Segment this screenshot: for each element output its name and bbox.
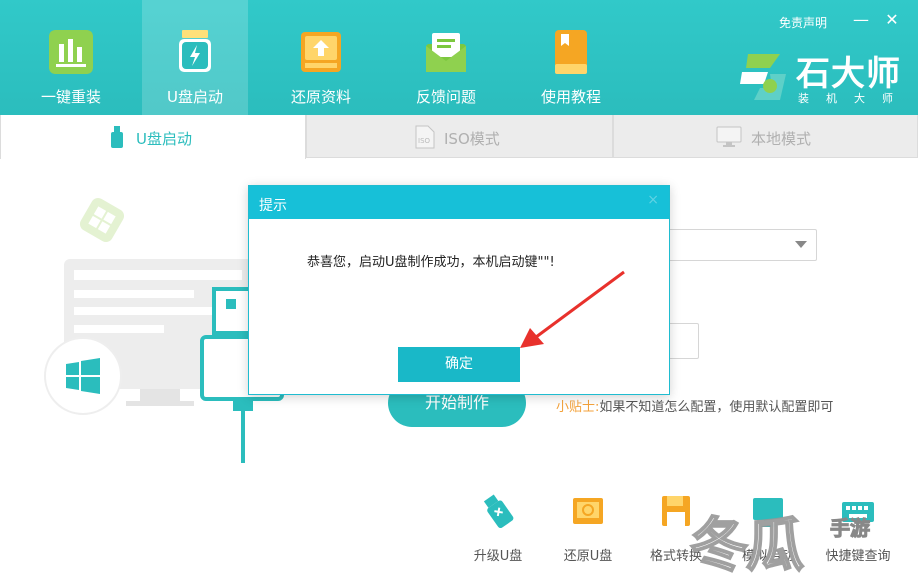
tip-label: 小贴士: (556, 400, 600, 415)
nav-label-usb-boot: U盘启动 (167, 88, 223, 106)
dialog-titlebar: 提示 × (249, 186, 669, 219)
tab-label-local: 本地模式 (751, 130, 812, 148)
nav-label-reinstall: 一键重装 (40, 88, 101, 106)
usb-upgrade-icon (483, 494, 514, 529)
tool-label-upgrade: 升级U盘 (473, 549, 523, 564)
usb-device-select[interactable] (660, 229, 817, 261)
watermark-subtext: 手游 (830, 516, 871, 541)
tab-label-iso: ISO模式 (444, 130, 500, 148)
tab-usb-boot[interactable]: U盘启动 (0, 115, 306, 159)
floppy-disk-icon (662, 496, 690, 526)
app-header: 一键重装 U盘启动 还原资料 反馈问题 使用教程 免责声明 — ✕ 石大师 装机… (0, 0, 918, 115)
dialog-ok-button[interactable]: 确定 (398, 347, 520, 382)
brand-subtitle: 装机大师 (798, 92, 910, 105)
monitor-icon (716, 126, 742, 147)
disclaimer-link[interactable]: 免责声明 (779, 14, 827, 31)
tool-upgrade-usb[interactable]: 升级U盘 (458, 494, 538, 564)
usb-restore-icon (573, 498, 603, 524)
nav-restore-data[interactable]: 还原资料 (268, 0, 374, 115)
nav-usb-boot[interactable]: U盘启动 (142, 0, 248, 115)
nav-label-restore: 还原资料 (290, 88, 351, 106)
tab-iso-mode[interactable]: ISO ISO模式 (306, 115, 613, 158)
tip-text: 小贴士:如果不知道怎么配置，使用默认配置即可 (556, 396, 833, 415)
nav-one-click-reinstall[interactable]: 一键重装 (18, 0, 124, 115)
tool-label-restore: 还原U盘 (563, 549, 613, 564)
brand-name: 石大师 (796, 54, 901, 94)
nav-label-feedback: 反馈问题 (415, 88, 476, 106)
dialog-close-icon[interactable]: × (647, 192, 659, 208)
tab-label-usb-boot: U盘启动 (136, 130, 192, 148)
envelope-icon (426, 33, 466, 72)
iso-file-icon: ISO (415, 125, 435, 149)
watermark-logo: 冬瓜 手游 (689, 498, 918, 580)
svg-text:ISO: ISO (418, 137, 431, 145)
nav-tutorial[interactable]: 使用教程 (518, 0, 624, 115)
minimize-button[interactable]: — (852, 10, 870, 29)
dialog-title: 提示 (259, 198, 287, 214)
chart-bars-icon (49, 30, 93, 74)
restore-upload-icon (301, 32, 341, 72)
logo-mark-icon (740, 54, 786, 100)
usb-drive-icon (179, 30, 211, 72)
mode-tabs: U盘启动 ISO ISO模式 本地模式 (0, 115, 918, 159)
chevron-down-icon (795, 241, 807, 248)
tool-restore-usb[interactable]: 还原U盘 (548, 494, 628, 564)
nav-label-tutorial: 使用教程 (540, 88, 601, 106)
book-icon (555, 30, 587, 74)
watermark-text: 冬瓜 (689, 510, 805, 580)
tip-message: 如果不知道怎么配置，使用默认配置即可 (599, 400, 834, 415)
red-arrow-annotation (520, 270, 625, 348)
usb-icon (111, 126, 123, 148)
tab-local-mode[interactable]: 本地模式 (613, 115, 918, 158)
nav-feedback[interactable]: 反馈问题 (393, 0, 499, 115)
close-button[interactable]: ✕ (883, 10, 901, 29)
